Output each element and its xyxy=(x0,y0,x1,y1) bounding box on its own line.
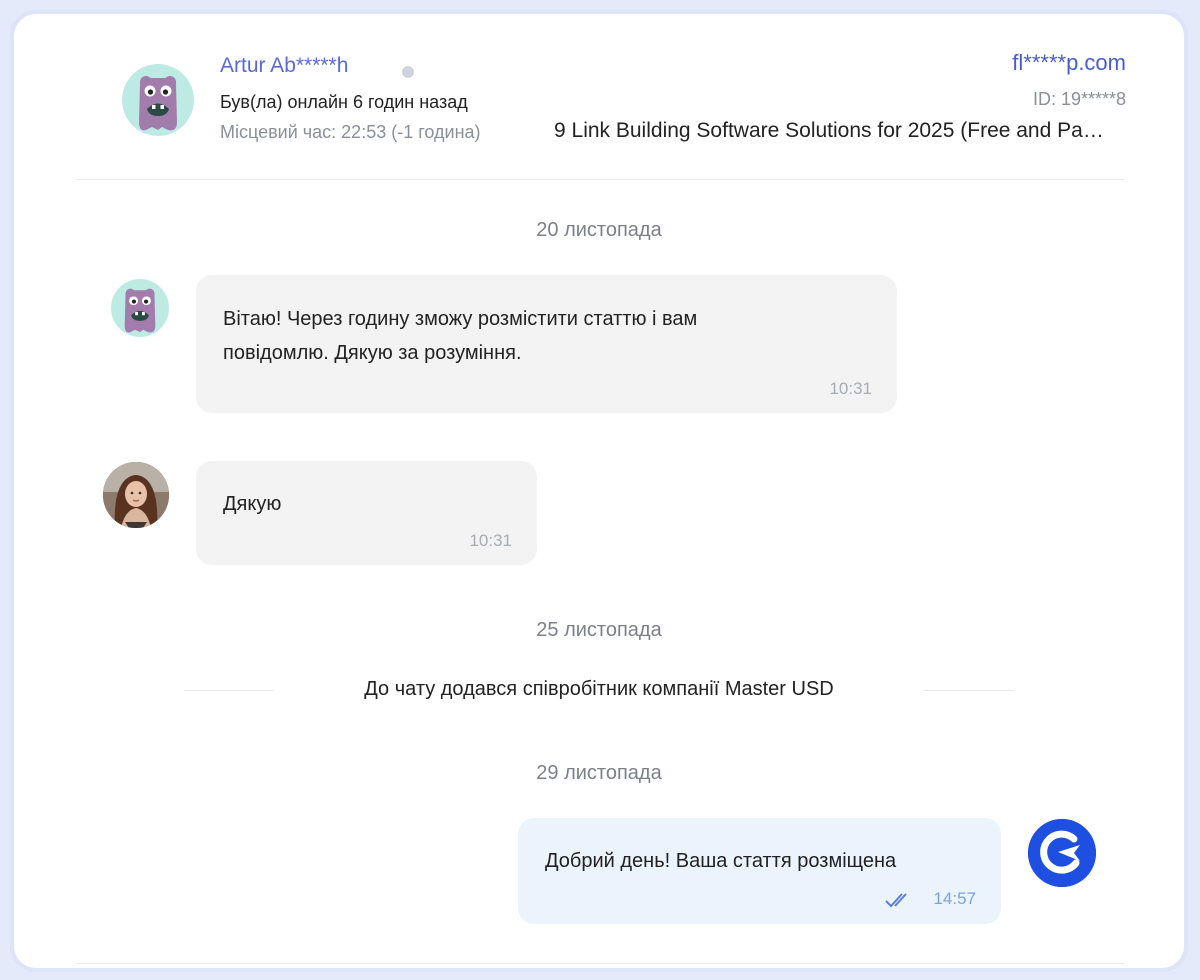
order-title[interactable]: 9 Link Building Software Solutions for 2… xyxy=(554,119,1106,143)
message-time: 10:31 xyxy=(469,531,512,550)
date-separator: 29 листопада xyxy=(536,762,662,784)
message-text-line: повідомлю. Дякую за розуміння. xyxy=(223,342,522,364)
contact-avatar-small[interactable] xyxy=(111,279,169,337)
contact-avatar[interactable] xyxy=(122,64,194,136)
circular-arrow-logo-icon xyxy=(1028,819,1096,887)
monster-icon xyxy=(124,288,156,333)
monster-icon xyxy=(139,76,177,131)
date-separator: 20 листопада xyxy=(536,219,662,241)
woman-photo-icon xyxy=(103,462,169,528)
online-status-dot xyxy=(402,66,414,78)
local-time: Місцевий час: 22:53 (-1 година) xyxy=(220,122,481,142)
user-avatar[interactable] xyxy=(103,462,169,528)
message-bubble-company[interactable]: Добрий день! Ваша стаття розміщена 14:57 xyxy=(518,818,1001,924)
message-text-line: Вітаю! Через годину зможу розмістити ста… xyxy=(223,308,698,330)
last-seen-status: Був(ла) онлайн 6 годин назад xyxy=(220,92,468,112)
chat-window: Artur Ab*****h Був(ла) онлайн 6 годин на… xyxy=(10,10,1188,972)
order-id: ID: 19*****8 xyxy=(1032,89,1126,109)
message-text: Дякую xyxy=(223,493,282,515)
system-divider-right xyxy=(924,690,1014,691)
header-divider xyxy=(77,179,1124,180)
contact-name[interactable]: Artur Ab*****h xyxy=(220,54,348,78)
message-text: Добрий день! Ваша стаття розміщена xyxy=(545,850,897,872)
double-check-icon xyxy=(885,893,907,908)
company-logo-avatar[interactable] xyxy=(1028,819,1096,887)
message-bubble-outgoing-user[interactable]: Дякую 10:31 xyxy=(196,461,537,565)
message-bubble-incoming[interactable]: Вітаю! Через годину зможу розмістити ста… xyxy=(196,275,897,413)
bottom-divider xyxy=(77,963,1124,964)
site-link[interactable]: fl*****p.com xyxy=(1012,50,1126,76)
message-time: 14:57 xyxy=(933,889,976,908)
message-time: 10:31 xyxy=(829,379,872,398)
date-separator: 25 листопада xyxy=(536,619,662,641)
